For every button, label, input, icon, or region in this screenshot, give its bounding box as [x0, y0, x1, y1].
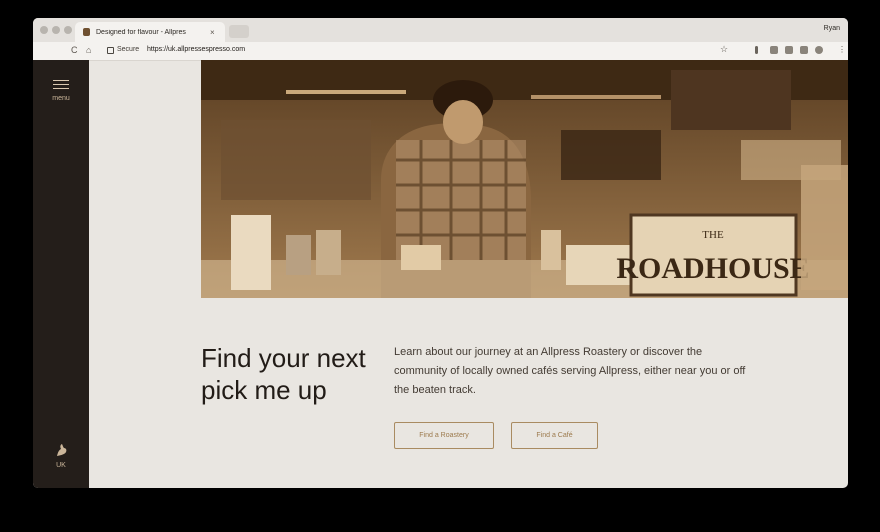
reload-icon[interactable]: C: [71, 45, 78, 55]
find-roastery-button[interactable]: Find a Roastery: [394, 422, 494, 449]
find-cafe-button[interactable]: Find a Café: [511, 422, 598, 449]
profile-name[interactable]: Ryan: [824, 25, 840, 32]
sign-text: ROADHOUSE: [616, 252, 809, 285]
extension-icon[interactable]: [755, 46, 758, 54]
hero-image: THE ROADHOUSE: [201, 60, 848, 298]
extension-icon[interactable]: [785, 46, 793, 54]
lock-icon: [107, 47, 114, 54]
url-field[interactable]: https://uk.allpressespresso.com: [147, 46, 245, 53]
allpress-bird-logo-icon[interactable]: [53, 442, 69, 458]
minimize-window-button[interactable]: [52, 26, 60, 34]
sign-subtext: THE: [702, 229, 724, 241]
extension-icon[interactable]: [815, 46, 823, 54]
region-label[interactable]: UK: [33, 462, 89, 469]
titlebar: Designed for flavour - Allpres × Ryan: [33, 18, 848, 42]
menu-label[interactable]: menu: [33, 95, 89, 102]
new-tab-button[interactable]: [229, 25, 249, 38]
page-description: Learn about our journey at an Allpress R…: [394, 346, 746, 396]
tab-close-icon[interactable]: ×: [210, 28, 215, 37]
browser-tab[interactable]: Designed for flavour - Allpres ×: [75, 22, 225, 42]
extension-icon[interactable]: [800, 46, 808, 54]
browser-window: Designed for flavour - Allpres × Ryan C …: [33, 18, 848, 488]
hamburger-icon[interactable]: [53, 80, 69, 90]
bookmark-star-icon[interactable]: ☆: [720, 44, 728, 55]
address-bar: C ⌂ Secure https://uk.allpressespresso.c…: [33, 42, 848, 61]
home-icon[interactable]: ⌂: [86, 45, 91, 55]
page-headline: Find your next pick me up: [201, 343, 366, 405]
tab-title: Designed for flavour - Allpres: [96, 28, 186, 36]
maximize-window-button[interactable]: [64, 26, 72, 34]
sidebar: menu UK: [33, 60, 89, 488]
browser-menu-icon[interactable]: ⋮: [838, 45, 846, 54]
allpress-favicon-icon: [83, 28, 90, 36]
barista-photo: THE ROADHOUSE: [201, 60, 848, 298]
secure-label: Secure: [117, 46, 140, 53]
close-window-button[interactable]: [40, 26, 48, 34]
extension-icon[interactable]: [770, 46, 778, 54]
